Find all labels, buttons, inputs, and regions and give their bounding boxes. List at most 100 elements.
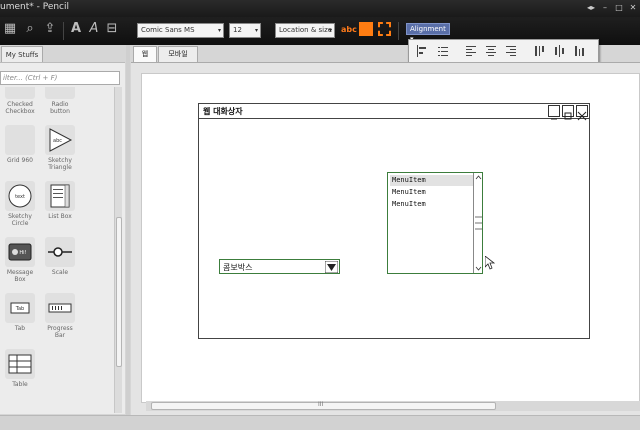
tab-page-web[interactable]: 웹 (133, 46, 157, 62)
align-middle-icon[interactable] (553, 45, 565, 57)
font-family-select[interactable]: Comic Sans MS ▾ (137, 23, 224, 38)
toolbar-divider (63, 22, 64, 40)
progress-bar-icon (45, 293, 75, 323)
stencil-label: Table (12, 381, 28, 388)
align-top-icon[interactable] (533, 45, 545, 57)
grid-icon (5, 125, 35, 155)
format-painter-icon[interactable]: ⊟ (104, 21, 120, 37)
image-icon[interactable]: ▦ (2, 21, 18, 37)
toolbar-divider (398, 22, 399, 40)
listbox-scrollbar-graphic (475, 175, 482, 271)
chevron-down-icon: ▾ (217, 27, 221, 34)
scrollbar-thumb[interactable] (116, 217, 122, 367)
stencil-list: Checked Checkbox Radio button Grid 960 a… (0, 87, 113, 413)
stencil-label: Progress Bar (47, 325, 73, 339)
font-size-value: 12 (233, 26, 242, 34)
tab-my-stuffs[interactable]: My Stuffs (1, 46, 43, 62)
close-icon[interactable]: ✕ (626, 2, 640, 14)
stencil-message-box[interactable]: Hi! Message Box (0, 237, 40, 283)
dialog-minimize-icon[interactable] (548, 105, 560, 120)
export-icon[interactable]: ⇪ (42, 21, 58, 37)
text-color-button[interactable]: abc (341, 25, 357, 34)
alignment-popup (408, 39, 599, 63)
align-bottom-icon[interactable] (573, 45, 585, 57)
combobox-text: 콤보박스 (223, 263, 253, 272)
stencil-filter-input[interactable]: ilter... (Ctrl + F) (0, 71, 120, 85)
align-text-center-icon[interactable] (485, 45, 497, 57)
dialog-title-bar: 웹 대화상자 (199, 104, 589, 121)
triangle-glyph: abc (53, 138, 62, 144)
stencil-scrollbar[interactable] (114, 87, 122, 413)
stencil-table[interactable]: Table (0, 349, 40, 388)
stencil-label: Scale (51, 269, 69, 276)
alignment-label: Alignment (410, 25, 446, 33)
combobox-shape[interactable]: 콤보박스 (219, 259, 340, 274)
location-size-label: Location & size (279, 26, 333, 34)
tab-page-mobile[interactable]: 모바일 (158, 46, 198, 62)
align-text-right-icon[interactable] (505, 45, 517, 57)
stencil-radio-button[interactable]: Radio button (40, 87, 80, 115)
font-family-value: Comic Sans MS (141, 26, 195, 34)
stencil-label: Sketchy Circle (8, 213, 32, 227)
listbox-scrollbar[interactable] (473, 173, 482, 273)
stencil-label: Sketchy Triangle (48, 157, 72, 171)
zoom-icon[interactable]: ⌕ (22, 21, 38, 37)
stencil-sketchy-triangle[interactable]: abc Sketchy Triangle (40, 125, 80, 171)
circle-icon: text (5, 181, 35, 211)
triangle-icon: abc (45, 125, 75, 155)
italic-text-icon[interactable]: A (86, 21, 102, 37)
radio-icon (45, 87, 75, 99)
scale-icon (45, 237, 75, 267)
stencil-panel: ilter... (Ctrl + F) Checked Checkbox Rad… (0, 62, 125, 414)
stencil-progress-bar[interactable]: Progress Bar (40, 293, 80, 339)
resize-icon[interactable]: ◂▸ (584, 2, 598, 14)
window-title: ument* - Pencil (0, 2, 70, 12)
list-item[interactable]: MenuItem (390, 187, 473, 198)
scrollbar-grip: III (318, 401, 324, 408)
message-box-glyph: Hi! (19, 250, 26, 256)
table-icon (5, 349, 35, 379)
dialog-close-icon[interactable] (576, 105, 588, 121)
stencil-sketchy-circle[interactable]: text Sketchy Circle (0, 181, 40, 227)
canvas-horizontal-scrollbar[interactable]: III (146, 401, 640, 411)
location-size-button[interactable]: Location & size ▾ (275, 23, 335, 38)
list-item[interactable]: MenuItem (390, 199, 473, 210)
align-text-left-icon[interactable] (465, 45, 477, 57)
stencil-scale[interactable]: Scale (40, 237, 80, 276)
panel-splitter[interactable] (126, 45, 130, 415)
scrollbar-thumb[interactable] (151, 402, 496, 410)
minimize-icon[interactable]: – (598, 2, 612, 14)
listbox-shape[interactable]: MenuItem MenuItem MenuItem (387, 172, 483, 274)
status-bar (0, 415, 640, 430)
fill-color-button[interactable] (359, 22, 373, 36)
list-item[interactable]: MenuItem (390, 175, 473, 186)
stencil-label: Message Box (6, 269, 34, 283)
combobox-arrow-icon[interactable] (325, 261, 338, 273)
tab-glyph: Tab (15, 306, 24, 312)
stencil-label: Grid 960 (7, 157, 33, 164)
stencil-list-box[interactable]: List Box (40, 181, 80, 220)
stencil-label: Checked Checkbox (5, 101, 35, 115)
font-size-select[interactable]: 12 ▾ (229, 23, 261, 38)
maximize-icon[interactable]: □ (612, 2, 626, 14)
dialog-maximize-icon[interactable] (562, 105, 574, 120)
align-left-edges-icon[interactable] (416, 45, 428, 57)
chevron-down-icon: ▾ (328, 27, 332, 34)
message-box-icon: Hi! (5, 237, 35, 267)
pencil-app-window: ument* - Pencil ◂▸ – □ ✕ ▦ ⌕ ⇪ A A ⊟ Com… (0, 0, 640, 430)
stencil-label: Tab (14, 325, 26, 332)
checkbox-icon (5, 87, 35, 99)
dialog-title: 웹 대화상자 (203, 107, 243, 116)
circle-glyph: text (15, 194, 25, 200)
alignment-button[interactable]: Alignment ▾ (406, 23, 450, 43)
window-controls: ◂▸ – □ ✕ (584, 0, 640, 17)
chevron-down-icon: ▾ (254, 27, 258, 34)
mouse-cursor-icon (485, 256, 495, 270)
bold-text-icon[interactable]: A (68, 21, 84, 37)
stencil-label: Radio button (50, 101, 70, 115)
stencil-grid-960[interactable]: Grid 960 (0, 125, 40, 164)
stencil-tab[interactable]: Tab Tab (0, 293, 40, 332)
list-indent-icon[interactable] (437, 45, 449, 57)
border-style-button[interactable] (378, 22, 391, 36)
stencil-checked-checkbox[interactable]: Checked Checkbox (0, 87, 40, 115)
